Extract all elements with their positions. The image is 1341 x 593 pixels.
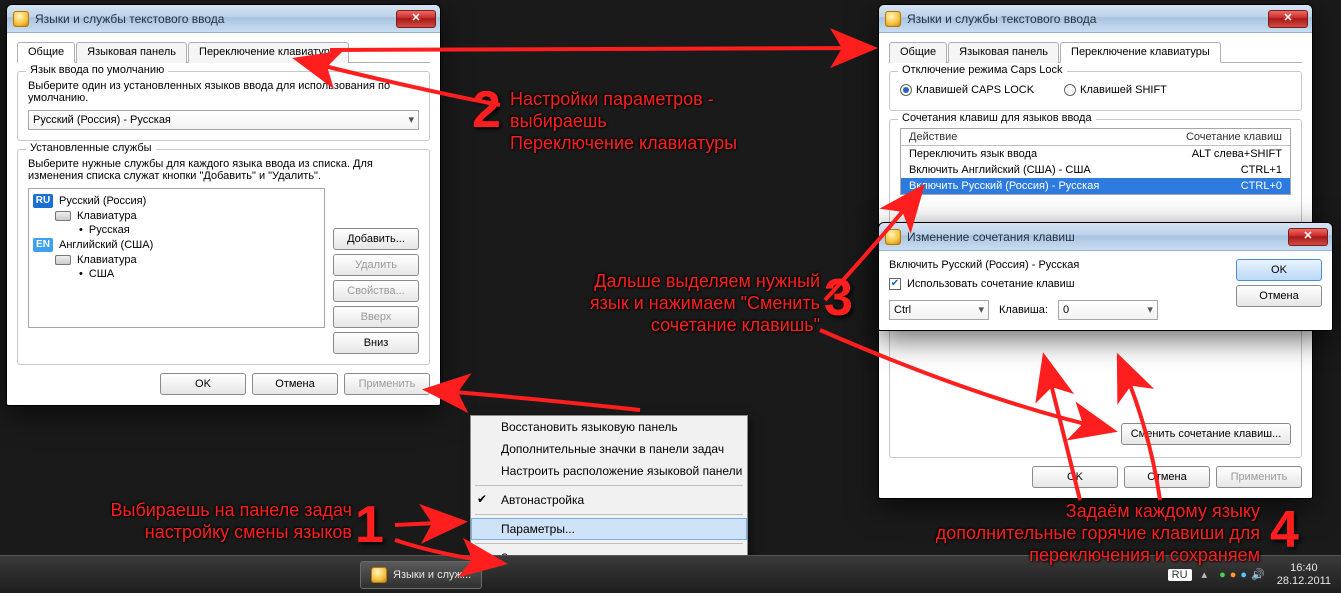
hotkey-row[interactable]: Переключить язык ввода ALT слева+SHIFT	[901, 146, 1290, 162]
annotation-num-4: 4	[1270, 500, 1299, 560]
annotation-1: Выбираешь на панеле задач настройку смен…	[22, 499, 352, 543]
props-button[interactable]: Свойства...	[333, 280, 419, 302]
cancel-button[interactable]: Отмена	[1124, 466, 1210, 488]
radio-dot-icon	[900, 84, 912, 96]
modifier-select[interactable]: Ctrl	[889, 300, 989, 320]
tab-general[interactable]: Общие	[889, 42, 947, 63]
key-select[interactable]: 0	[1058, 300, 1158, 320]
keyboard-globe-icon	[13, 11, 29, 27]
hotkeys-list[interactable]: Действие Сочетание клавиш Переключить яз…	[900, 128, 1291, 195]
annotation-num-2: 2	[472, 80, 501, 140]
window-title: Языки и службы текстового ввода	[907, 12, 1262, 26]
annotation-3: Дальше выделяем нужный язык и нажимаем "…	[500, 270, 820, 336]
hotkey-target: Включить Русский (Россия) - Русская	[889, 259, 1224, 271]
up-button[interactable]: Вверх	[333, 306, 419, 328]
annotation-4: Задаём каждому языку дополнительные горя…	[790, 500, 1260, 566]
check-icon	[889, 278, 901, 290]
cancel-button[interactable]: Отмена	[252, 373, 338, 395]
tray-chevron-icon[interactable]: ▴	[1202, 568, 1208, 581]
installed-legend: Установленные службы	[26, 142, 156, 154]
modal-title: Изменение сочетания клавиш	[907, 230, 1282, 244]
annotation-num-3: 3	[824, 268, 853, 328]
taskbar-app-button[interactable]: Языки и служ...	[360, 561, 482, 589]
language-bar-context-menu: Восстановить языковую панель Дополнитель…	[470, 415, 748, 570]
hotkeys-legend: Сочетания клавиш для языков ввода	[898, 112, 1096, 124]
tab-keyboard-switch[interactable]: Переключение клавиатуры	[188, 42, 349, 63]
menu-separator	[475, 514, 743, 515]
menu-position[interactable]: Настроить расположение языковой панели	[471, 460, 747, 482]
tab-language-bar[interactable]: Языковая панель	[948, 42, 1059, 63]
keyboard-icon	[55, 255, 71, 265]
window-title: Языки и службы текстового ввода	[35, 12, 390, 26]
close-button[interactable]: ✕	[1288, 228, 1328, 246]
default-lang-desc: Выберите один из установленных языков вв…	[28, 80, 419, 104]
ok-button[interactable]: OK	[1236, 259, 1322, 281]
remove-button[interactable]: Удалить	[333, 254, 419, 276]
key-label: Клавиша:	[999, 304, 1048, 316]
ok-button[interactable]: OK	[160, 373, 246, 395]
menu-auto[interactable]: Автонастройка	[471, 489, 747, 511]
menu-restore-langbar[interactable]: Восстановить языковую панель	[471, 416, 747, 438]
keyboard-globe-icon	[371, 567, 387, 583]
annotation-num-1: 1	[355, 495, 384, 555]
caps-legend: Отключение режима Caps Lock	[898, 64, 1067, 76]
tab-keyboard-switch[interactable]: Переключение клавиатуры	[1060, 42, 1221, 63]
close-button[interactable]: ✕	[396, 10, 436, 28]
apply-button[interactable]: Применить	[1216, 466, 1302, 488]
keyboard-globe-icon	[885, 11, 901, 27]
add-button[interactable]: Добавить...	[333, 228, 419, 250]
keyboard-globe-icon	[885, 229, 901, 245]
ok-button[interactable]: OK	[1032, 466, 1118, 488]
tray-icons[interactable]: ●●●🔊	[1217, 568, 1267, 581]
keyboard-icon	[55, 211, 71, 221]
apply-button[interactable]: Применить	[344, 373, 430, 395]
hotkey-row-selected[interactable]: Включить Русский (Россия) - Русская CTRL…	[901, 178, 1290, 194]
menu-separator	[475, 543, 743, 544]
down-button[interactable]: Вниз	[333, 332, 419, 354]
tab-general[interactable]: Общие	[17, 42, 75, 63]
hotkey-row[interactable]: Включить Английский (США) - США CTRL+1	[901, 162, 1290, 178]
languages-tree[interactable]: RUРусский (Россия) Клавиатура •Русская E…	[28, 188, 325, 328]
radio-dot-icon	[1064, 84, 1076, 96]
en-badge: EN	[33, 238, 53, 252]
radio-shift[interactable]: Клавишей SHIFT	[1064, 84, 1167, 96]
menu-separator	[475, 485, 743, 486]
menu-extra-icons[interactable]: Дополнительные значки в панели задач	[471, 438, 747, 460]
close-button[interactable]: ✕	[1268, 10, 1308, 28]
cancel-button[interactable]: Отмена	[1236, 285, 1322, 307]
installed-desc: Выберите нужные службы для каждого языка…	[28, 158, 419, 182]
ru-badge: RU	[33, 194, 53, 208]
tray-clock[interactable]: 16:40 28.12.2011	[1277, 562, 1331, 588]
use-hotkey-checkbox[interactable]: Использовать сочетание клавиш	[889, 278, 1075, 290]
default-lang-select[interactable]: Русский (Россия) - Русская	[28, 110, 419, 130]
menu-parameters[interactable]: Параметры...	[471, 518, 747, 540]
radio-capslock[interactable]: Клавишей CAPS LOCK	[900, 84, 1034, 96]
annotation-2: Настройки параметров - выбираешь Переклю…	[510, 88, 860, 154]
language-indicator[interactable]: RU	[1168, 569, 1192, 581]
default-lang-legend: Язык ввода по умолчанию	[26, 64, 168, 76]
change-hotkey-button[interactable]: Сменить сочетание клавиш...	[1121, 423, 1291, 445]
tab-language-bar[interactable]: Языковая панель	[76, 42, 187, 63]
